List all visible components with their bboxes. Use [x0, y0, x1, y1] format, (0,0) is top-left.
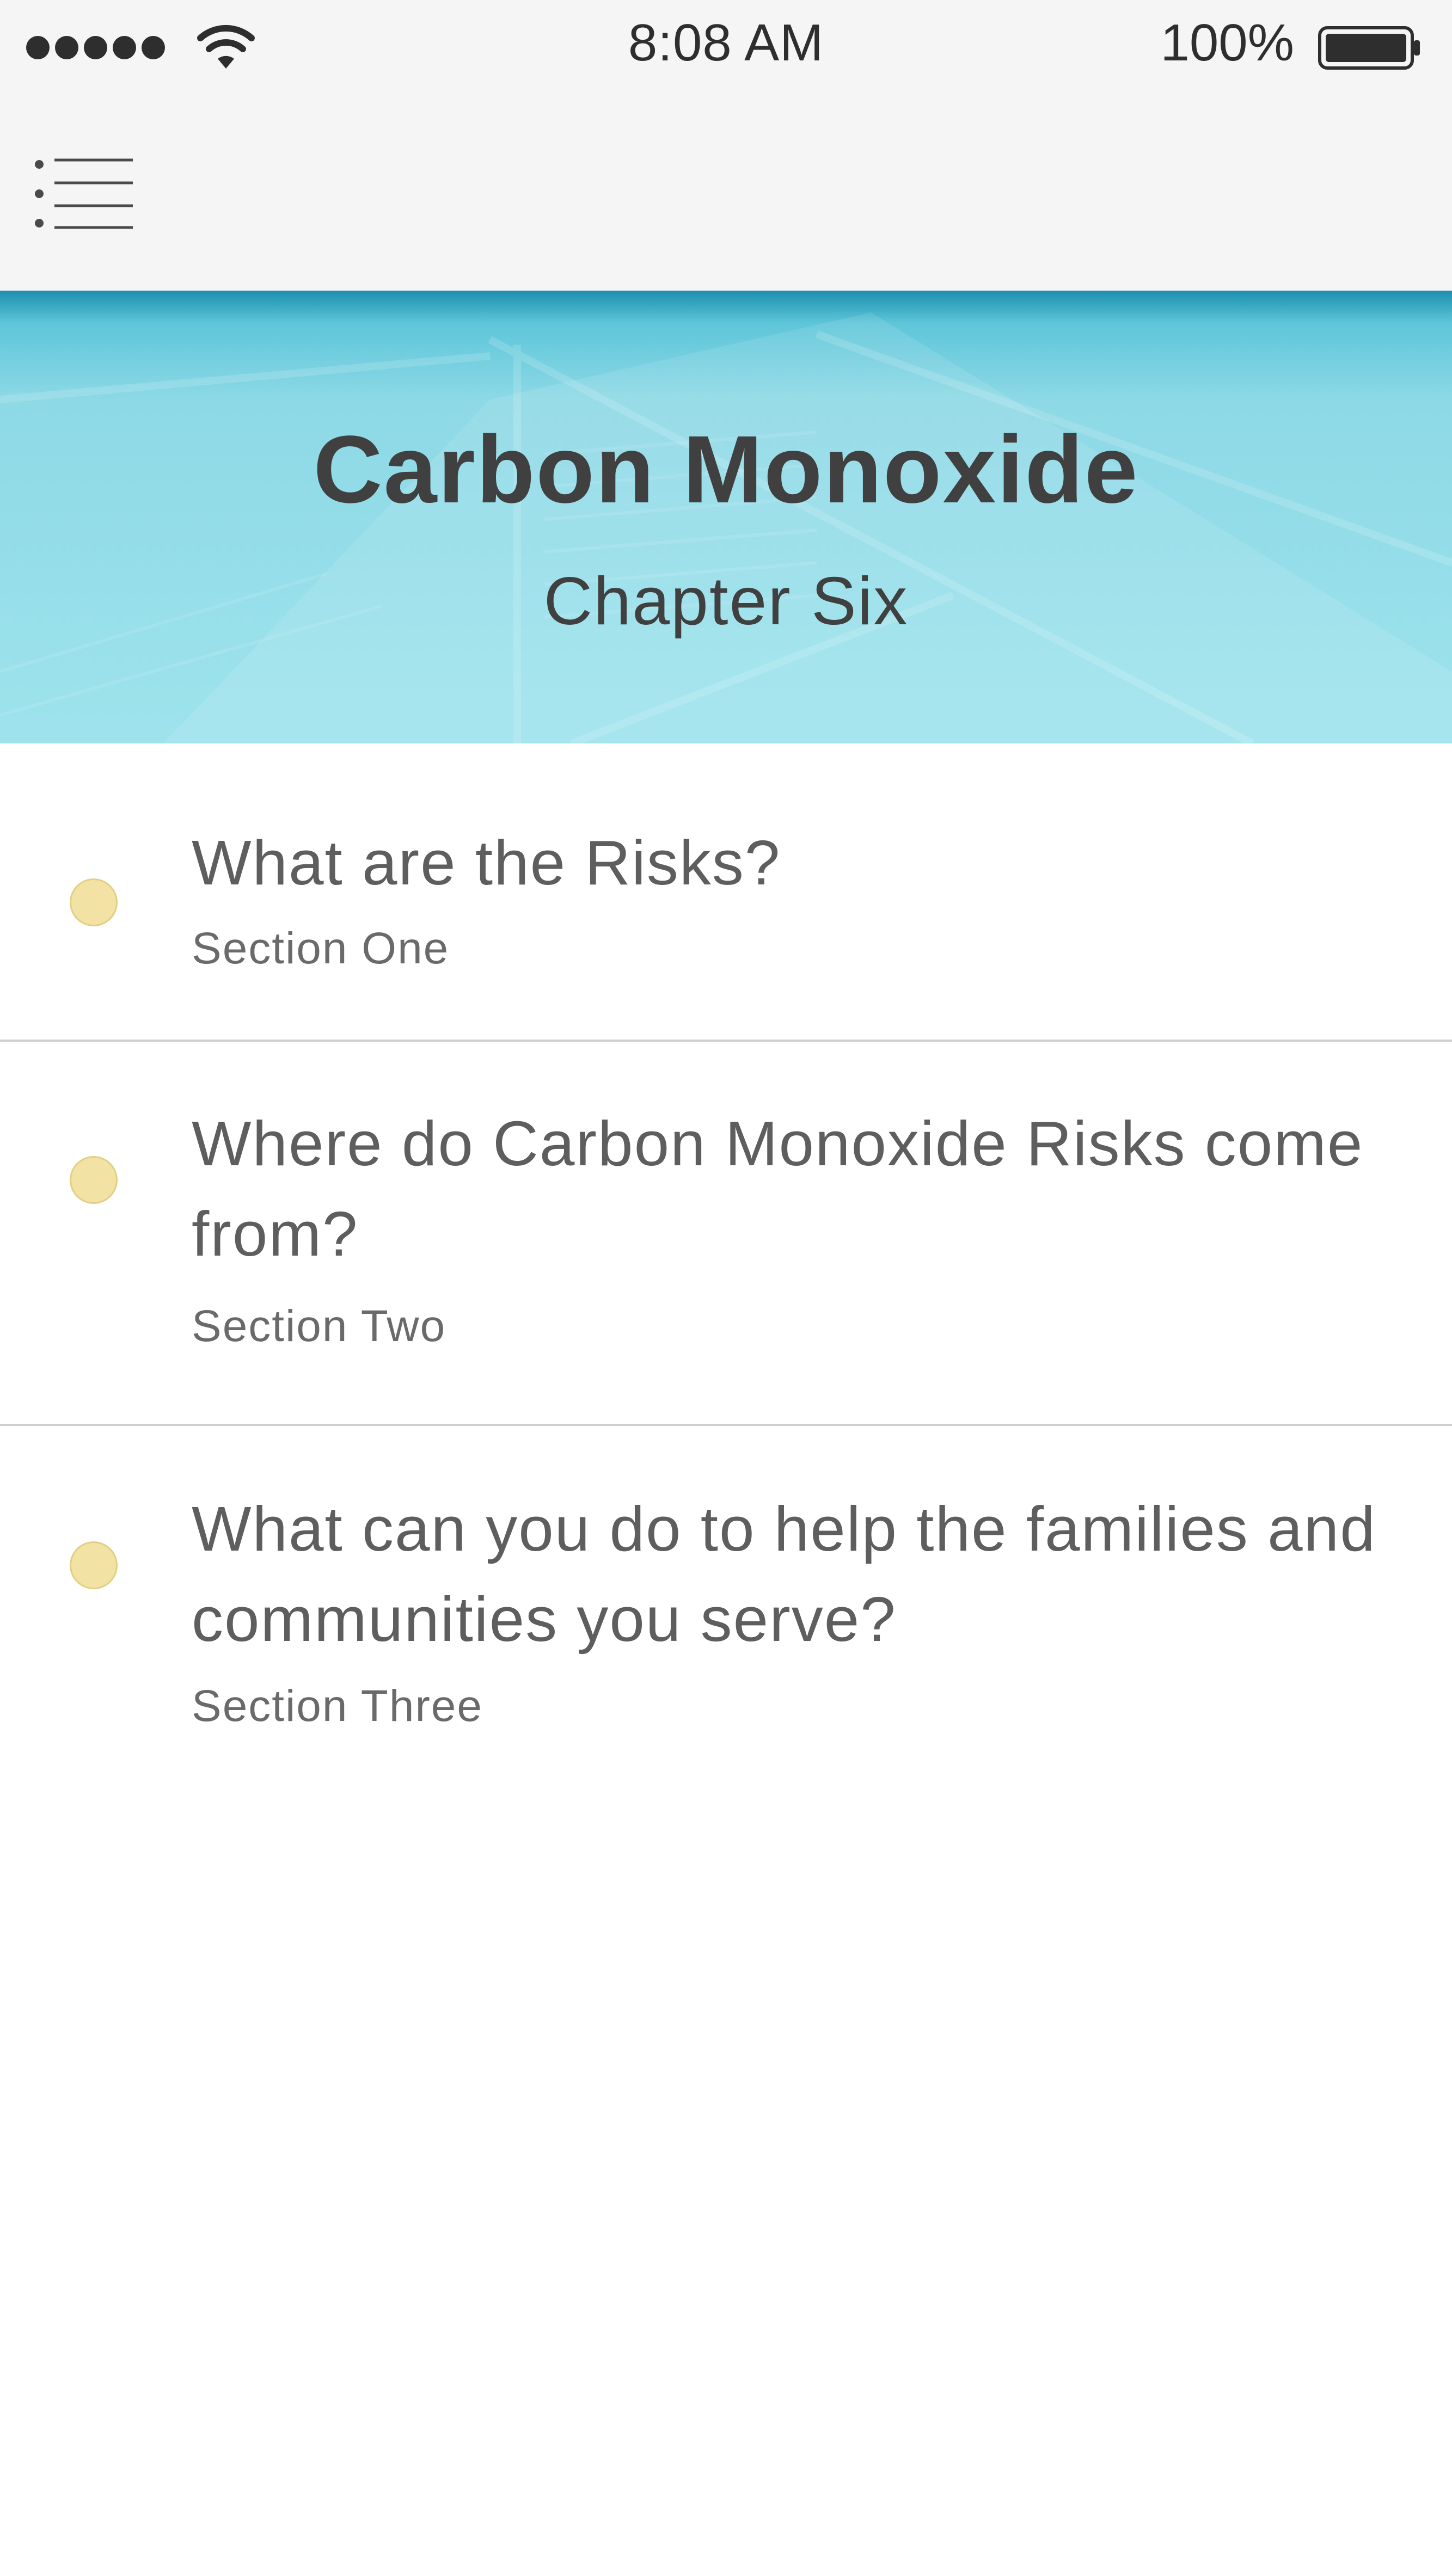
chapter-banner: Carbon Monoxide Chapter Six	[0, 291, 1452, 743]
battery-percent: 100%	[1160, 14, 1294, 72]
status-dot-icon	[70, 1156, 118, 1204]
status-dot-icon	[70, 878, 118, 926]
nav-bar	[0, 96, 1452, 291]
status-bar: 8:08 AM 100%	[0, 0, 1452, 96]
section-item-three[interactable]: What can you do to help the families and…	[0, 1426, 1452, 1807]
chapter-subtitle: Chapter Six	[543, 564, 909, 639]
section-item-one[interactable]: What are the Risks? Section One	[0, 743, 1452, 1042]
section-subtitle: Section Three	[192, 1681, 483, 1731]
menu-list-icon[interactable]	[33, 156, 136, 232]
section-title: What can you do to help the families and…	[192, 1493, 1376, 1655]
section-subtitle: Section One	[192, 924, 450, 973]
section-title: What are the Risks?	[192, 827, 781, 898]
battery-icon	[1318, 26, 1420, 70]
section-subtitle: Section Two	[192, 1301, 446, 1351]
chapter-title: Carbon Monoxide	[313, 416, 1139, 523]
section-list: What are the Risks? Section One Where do…	[0, 743, 1452, 1807]
status-dot-icon	[70, 1541, 118, 1589]
section-title: Where do Carbon Monoxide Risks come from…	[192, 1108, 1364, 1269]
section-item-two[interactable]: Where do Carbon Monoxide Risks come from…	[0, 1042, 1452, 1426]
app-screen: 8:08 AM 100% Carbon Monoxide Chapter Six…	[0, 0, 1452, 2576]
